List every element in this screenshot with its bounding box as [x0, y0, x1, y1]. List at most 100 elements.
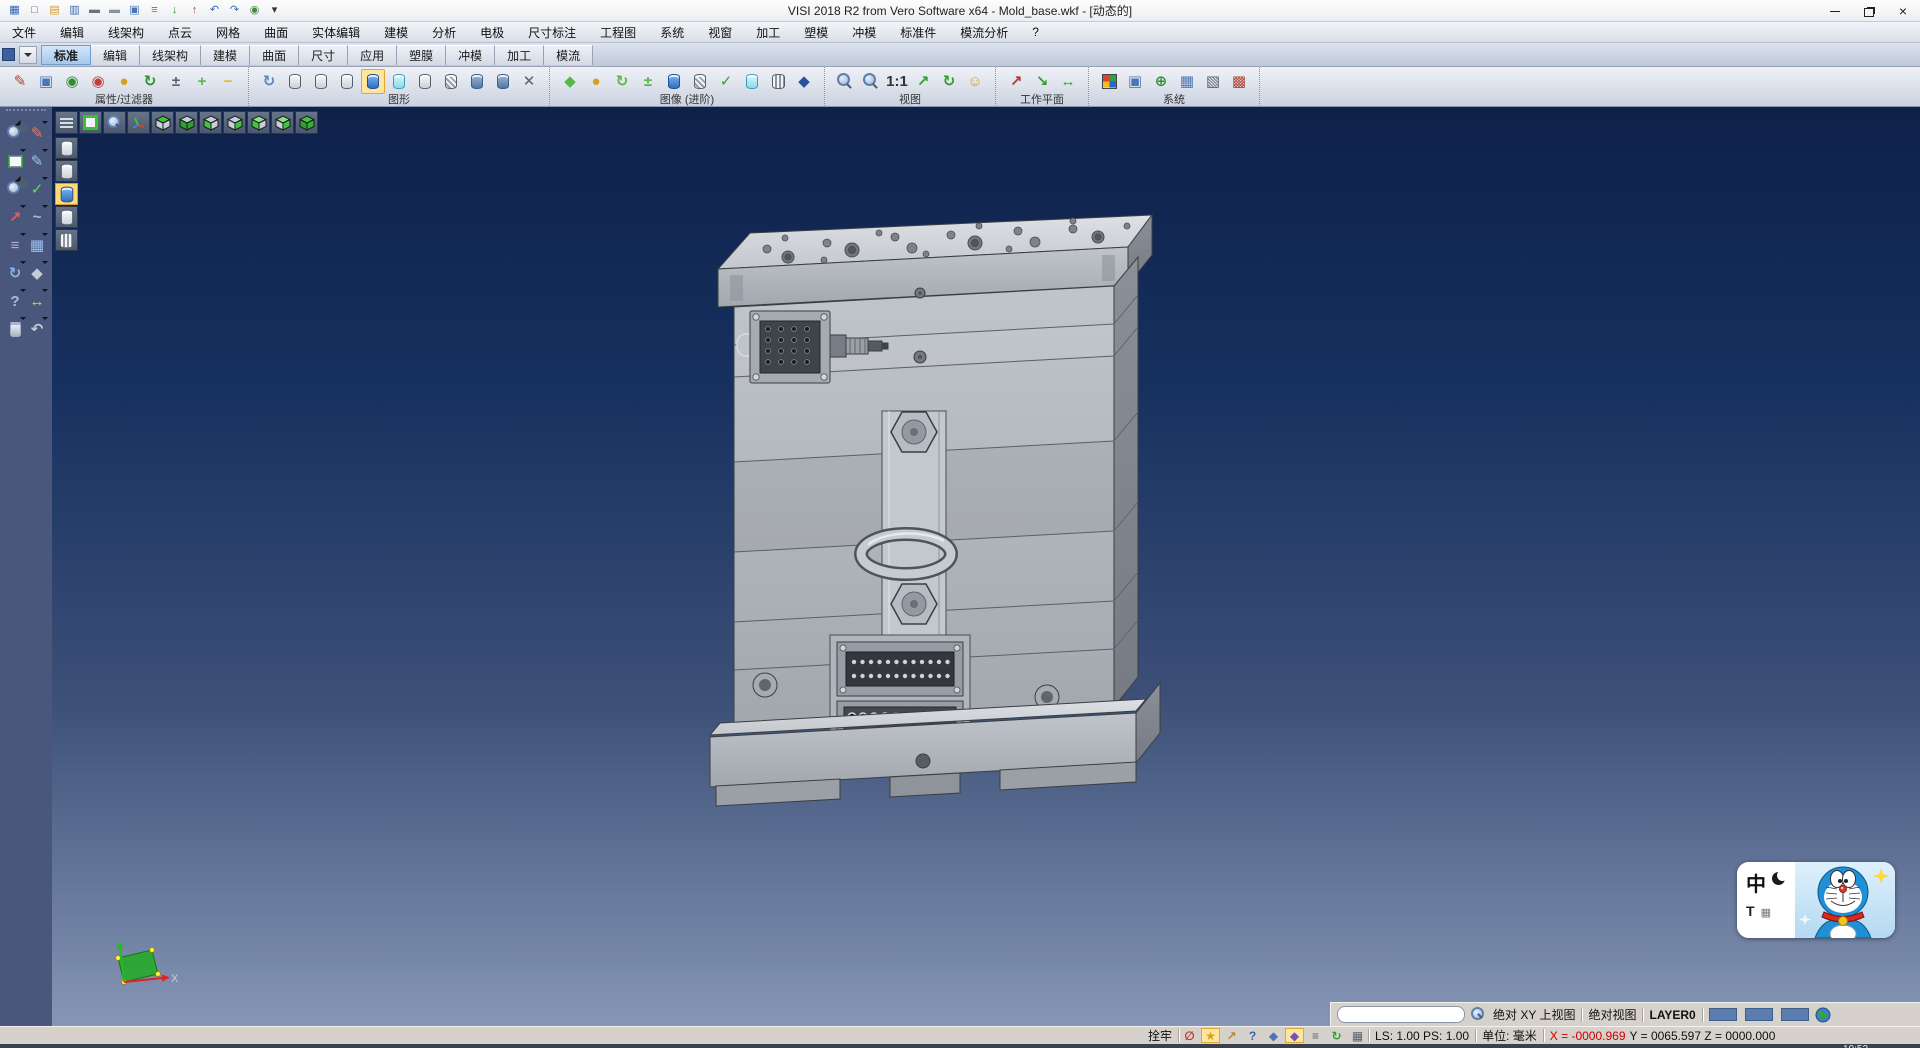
tab-wireframe[interactable]: 线架构	[140, 45, 201, 65]
view-bottom-button[interactable]	[175, 111, 198, 134]
menu-flow-analysis[interactable]: 模流分析	[960, 24, 1008, 41]
restore-button[interactable]	[1852, 0, 1886, 22]
menu-dimension[interactable]: 尺寸标注	[528, 24, 576, 41]
filter-refresh-icon[interactable]: ↻	[138, 69, 162, 94]
coil-mode-button[interactable]	[55, 229, 78, 251]
measure-distance-icon[interactable]: ↔	[26, 287, 48, 315]
halfwidth-moon-icon[interactable]	[1772, 872, 1785, 885]
menu-file[interactable]: 文件	[12, 24, 36, 41]
menu-help[interactable]: ?	[1032, 25, 1039, 39]
minimize-button[interactable]	[1818, 0, 1852, 22]
section-cylinder-icon[interactable]	[662, 69, 686, 94]
close-button[interactable]: ×	[1886, 0, 1920, 22]
zoom-previous-icon[interactable]	[833, 69, 857, 94]
menu-wireframe[interactable]: 线架构	[108, 24, 144, 41]
view-left-button[interactable]	[247, 111, 270, 134]
clip-cylinder-icon[interactable]	[740, 69, 764, 94]
build-tool-icon[interactable]: ↗	[1222, 1028, 1241, 1043]
filter-show-add-icon[interactable]: ◉	[60, 69, 84, 94]
multi-window-icon[interactable]: ▦	[1348, 1028, 1367, 1043]
solid-cube-icon[interactable]: ◆	[26, 259, 48, 287]
active-layer-label[interactable]: LAYER0	[1649, 1008, 1695, 1022]
snapshot-icon[interactable]: ◉	[246, 3, 263, 19]
system-settings-icon[interactable]: ⊕	[1149, 69, 1173, 94]
validate-cylinder-icon[interactable]: ✓	[714, 69, 738, 94]
zoom-solids-icon[interactable]	[859, 69, 883, 94]
menu-machining[interactable]: 加工	[756, 24, 780, 41]
menu-standard-parts[interactable]: 标准件	[900, 24, 936, 41]
undo-icon[interactable]: ↶	[206, 3, 223, 19]
dashed-cylinder-icon[interactable]	[335, 69, 359, 94]
view-iso-button[interactable]	[295, 111, 318, 134]
view-top-button[interactable]	[151, 111, 174, 134]
zoom-window-button[interactable]	[103, 111, 126, 134]
menu-surface[interactable]: 曲面	[264, 24, 288, 41]
scale-1to1-icon[interactable]: 1:1	[885, 69, 909, 94]
tab-dropdown-button[interactable]	[19, 46, 37, 64]
delete-trash-icon[interactable]	[4, 315, 26, 343]
shaded-mode-button[interactable]	[55, 183, 78, 205]
line-pen-scale-value[interactable]: LS: 1.00 PS: 1.00	[1369, 1029, 1475, 1043]
copy-icon[interactable]: ▣	[126, 3, 143, 19]
tab-mold[interactable]: 塑膜	[397, 45, 446, 65]
triad-toggle-button[interactable]	[127, 111, 150, 134]
zoom-window-icon[interactable]	[4, 147, 26, 175]
wireframe-mode-button[interactable]	[55, 137, 78, 159]
import-icon[interactable]: ↓	[166, 3, 183, 19]
wireframe-cylinder-icon[interactable]	[283, 69, 307, 94]
search-input[interactable]	[1337, 1006, 1465, 1023]
attribute-copy-icon[interactable]: ▣	[34, 69, 58, 94]
filter-add-icon[interactable]: +	[190, 69, 214, 94]
help-icon[interactable]: ?	[4, 287, 26, 315]
menu-electrode[interactable]: 电极	[480, 24, 504, 41]
globe-icon[interactable]	[1815, 1007, 1831, 1023]
view-right-button[interactable]	[271, 111, 294, 134]
search-icon[interactable]	[1471, 1007, 1487, 1023]
tab-standard[interactable]: 标准	[41, 45, 91, 65]
image-settings-icon[interactable]: ▣	[1123, 69, 1147, 94]
ime-toolbox-icon[interactable]: T	[1746, 903, 1755, 919]
filter-state-icon[interactable]: ●	[112, 69, 136, 94]
sidebar-grip[interactable]	[6, 109, 46, 117]
tab-flow[interactable]: 模流	[544, 45, 593, 65]
units-value[interactable]: 单位: 毫米	[1476, 1027, 1543, 1044]
filter-remove-icon[interactable]: −	[216, 69, 240, 94]
measure-view-icon[interactable]: ↗	[911, 69, 935, 94]
tab-modeling[interactable]: 建模	[201, 45, 250, 65]
advanced-refresh-icon[interactable]: ↻	[610, 69, 634, 94]
workplane-triad-icon[interactable]: ↗	[4, 203, 26, 231]
workplane-align-icon[interactable]: ↔	[1056, 69, 1080, 94]
workplane-create-icon[interactable]: ↗	[1004, 69, 1028, 94]
filter-plusminus-icon[interactable]: ±	[164, 69, 188, 94]
menu-analysis[interactable]: 分析	[432, 24, 456, 41]
auto-rotate-icon[interactable]: ↻	[1327, 1028, 1346, 1043]
new-file-icon[interactable]: □	[26, 3, 43, 19]
layer-palette-icon[interactable]: ≡	[4, 231, 26, 259]
restore-graphics-icon[interactable]	[465, 69, 489, 94]
display-list-icon[interactable]: ≡	[1306, 1028, 1325, 1043]
advanced-state-icon[interactable]: ●	[584, 69, 608, 94]
selection-settings-icon[interactable]: ▧	[1201, 69, 1225, 94]
confirm-check-icon[interactable]: ✓	[26, 175, 48, 203]
regen-view-icon[interactable]: ↻	[4, 259, 26, 287]
context-help-icon[interactable]: ?	[1243, 1028, 1262, 1043]
color-table-icon[interactable]	[1097, 69, 1121, 94]
export-icon[interactable]: ↑	[186, 3, 203, 19]
menu-mold[interactable]: 塑模	[804, 24, 828, 41]
layer-list-button[interactable]	[55, 111, 78, 134]
plot-icon[interactable]: ▬	[106, 3, 123, 19]
print-icon[interactable]: ▬	[86, 3, 103, 19]
wire-coil-icon[interactable]	[766, 69, 790, 94]
view-mode-label[interactable]: 绝对 XY 上视图	[1493, 1006, 1575, 1023]
table-settings-icon[interactable]: ▦	[1175, 69, 1199, 94]
view-reference-label[interactable]: 绝对视图	[1588, 1006, 1636, 1023]
menu-pointcloud[interactable]: 点云	[168, 24, 192, 41]
tab-edit[interactable]: 编辑	[91, 45, 140, 65]
advanced-plusminus-icon[interactable]: ±	[636, 69, 660, 94]
menu-system[interactable]: 系统	[660, 24, 684, 41]
grid-settings-icon[interactable]: ▩	[1227, 69, 1251, 94]
shading-cube-icon[interactable]: ◆	[1285, 1028, 1304, 1043]
transparent-cylinder-icon[interactable]	[387, 69, 411, 94]
face-highlight-icon[interactable]: ☺	[963, 69, 987, 94]
spline-edit-icon[interactable]: ~	[26, 203, 48, 231]
